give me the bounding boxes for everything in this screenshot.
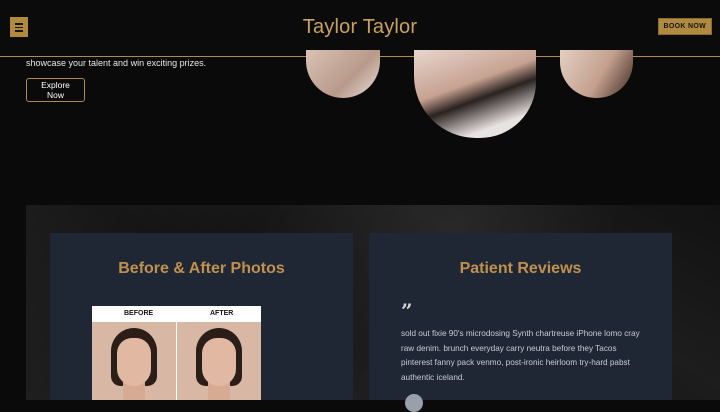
before-label: BEFORE <box>124 310 154 317</box>
before-after-title: Before & After Photos <box>118 260 285 277</box>
hero-image-left <box>306 50 380 98</box>
explore-now-button[interactable]: Explore Now <box>26 78 85 102</box>
after-face-image <box>177 322 261 400</box>
review-text: sold out fixie 90's microdosing Synth ch… <box>401 329 640 382</box>
brand-title[interactable]: Taylor Taylor <box>0 16 720 39</box>
book-now-button[interactable]: BOOK NOW <box>657 18 712 35</box>
before-face-image <box>92 322 176 400</box>
after-label: AFTER <box>210 310 234 317</box>
before-after-card: Before & After Photos BEFORE AFTER <box>50 233 353 400</box>
site-header: Taylor Taylor BOOK NOW <box>0 0 720 57</box>
hero-image-center <box>414 50 536 138</box>
hero-image-right <box>560 50 633 98</box>
hero-text: showcase your talent and win exciting pr… <box>26 58 207 68</box>
before-after-photo: BEFORE AFTER <box>92 306 261 400</box>
reviewer-avatar <box>405 394 423 412</box>
patient-reviews-card: Patient Reviews ” sold out fixie 90's mi… <box>369 233 672 412</box>
quote-icon: ” <box>401 299 413 323</box>
patient-reviews-title: Patient Reviews <box>459 260 582 277</box>
